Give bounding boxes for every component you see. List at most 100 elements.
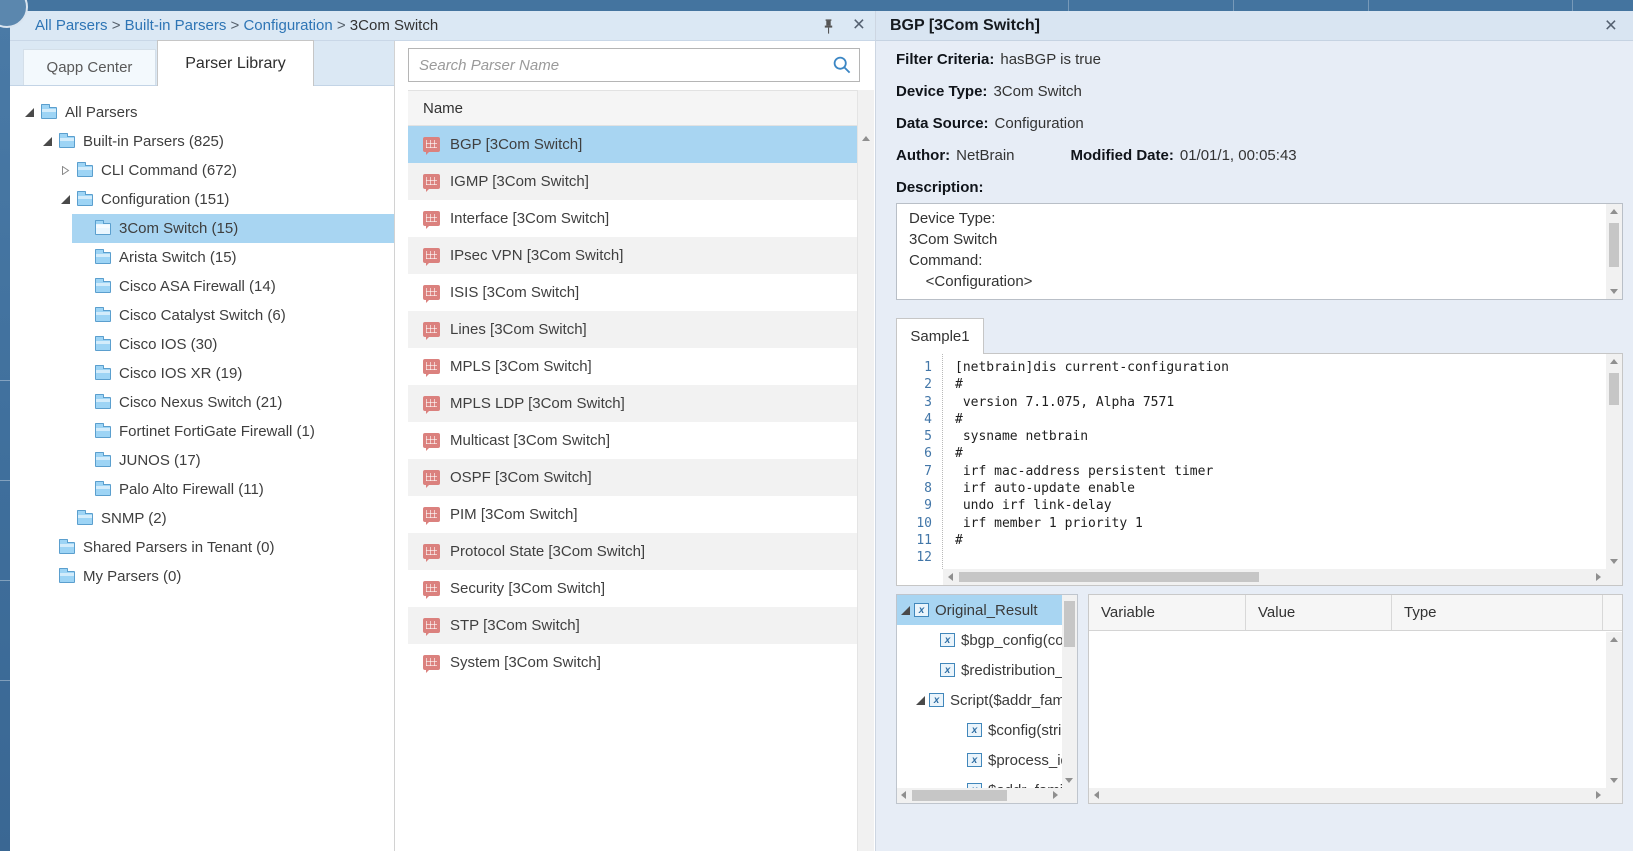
parser-list-item[interactable]: OSPF [3Com Switch]: [408, 459, 857, 496]
tree-item[interactable]: Cisco IOS XR (19): [10, 359, 394, 388]
close-detail-icon[interactable]: ×: [1605, 12, 1617, 40]
tree-item[interactable]: SNMP (2): [10, 504, 394, 533]
parser-list-item[interactable]: IPsec VPN [3Com Switch]: [408, 237, 857, 274]
expander-open-icon[interactable]: [901, 606, 910, 615]
scroll-right-icon[interactable]: [1053, 791, 1058, 799]
parser-list-item[interactable]: Multicast [3Com Switch]: [408, 422, 857, 459]
tree-item[interactable]: Shared Parsers in Tenant (0): [10, 533, 394, 562]
tree-item[interactable]: Built-in Parsers (825): [10, 127, 394, 156]
ribbon-divider: [1572, 0, 1573, 11]
tab-qapp-center[interactable]: Qapp Center: [23, 49, 156, 85]
breadcrumb-link[interactable]: Built-in Parsers: [125, 17, 227, 34]
expander-open-icon[interactable]: [916, 696, 925, 705]
parser-list-item[interactable]: BGP [3Com Switch]: [408, 126, 857, 163]
breadcrumb: All Parsers > Built-in Parsers > Configu…: [35, 17, 438, 34]
code-vscrollbar[interactable]: [1606, 354, 1622, 569]
table-vscrollbar[interactable]: [1606, 632, 1622, 788]
parser-list-item[interactable]: MPLS [3Com Switch]: [408, 348, 857, 385]
scroll-thumb[interactable]: [1609, 223, 1619, 267]
scroll-right-icon[interactable]: [1596, 573, 1601, 581]
list-header[interactable]: Name: [408, 90, 857, 126]
scroll-down-icon[interactable]: [1610, 559, 1618, 564]
tree-item[interactable]: Cisco IOS (30): [10, 330, 394, 359]
scroll-thumb[interactable]: [1609, 373, 1619, 405]
parser-list-item[interactable]: IGMP [3Com Switch]: [408, 163, 857, 200]
expander-open-icon[interactable]: [43, 137, 57, 146]
parser-list-item[interactable]: Security [3Com Switch]: [408, 570, 857, 607]
tree-item[interactable]: All Parsers: [10, 98, 394, 127]
result-tree-item[interactable]: xOriginal_Result: [897, 595, 1062, 625]
result-tree-item[interactable]: x$bgp_config(config: [897, 625, 1062, 655]
column-type[interactable]: Type: [1392, 595, 1603, 630]
expander-open-icon[interactable]: [25, 108, 39, 117]
data-source-row: Data Source: Configuration: [896, 107, 1623, 139]
search-icon[interactable]: [832, 55, 852, 80]
breadcrumb-link[interactable]: Configuration: [243, 17, 332, 34]
list-scrollbar[interactable]: [857, 90, 874, 851]
column-variable[interactable]: Variable: [1089, 595, 1246, 630]
parser-list-item[interactable]: MPLS LDP [3Com Switch]: [408, 385, 857, 422]
scroll-thumb[interactable]: [959, 572, 1259, 582]
parser-list-item[interactable]: Lines [3Com Switch]: [408, 311, 857, 348]
breadcrumb-link[interactable]: All Parsers: [35, 17, 108, 34]
scroll-right-icon[interactable]: [1596, 791, 1601, 799]
scroll-up-icon[interactable]: [862, 136, 870, 141]
column-value[interactable]: Value: [1246, 595, 1392, 630]
tree-item[interactable]: My Parsers (0): [10, 562, 394, 591]
tree-item[interactable]: Cisco Catalyst Switch (6): [10, 301, 394, 330]
description-scrollbar[interactable]: [1606, 204, 1622, 299]
scroll-up-icon[interactable]: [1610, 637, 1618, 642]
tree-item-label: JUNOS (17): [119, 452, 201, 469]
parser-list-item[interactable]: ISIS [3Com Switch]: [408, 274, 857, 311]
tab-parser-library[interactable]: Parser Library: [157, 40, 314, 86]
scroll-up-icon[interactable]: [1610, 209, 1618, 214]
tree-item[interactable]: Configuration (151): [10, 185, 394, 214]
result-vscrollbar[interactable]: [1062, 595, 1077, 788]
scroll-left-icon[interactable]: [1094, 791, 1099, 799]
result-hscrollbar[interactable]: [897, 788, 1062, 803]
scroll-down-icon[interactable]: [1610, 778, 1618, 783]
folder-icon: [59, 136, 75, 148]
table-hscrollbar[interactable]: [1089, 788, 1606, 803]
tree-item[interactable]: Cisco ASA Firewall (14): [10, 272, 394, 301]
expander-closed-icon[interactable]: [61, 166, 75, 175]
tree-item[interactable]: 3Com Switch (15): [10, 214, 394, 243]
scroll-down-icon[interactable]: [1065, 778, 1073, 783]
scroll-left-icon[interactable]: [948, 573, 953, 581]
tree-item[interactable]: Fortinet FortiGate Firewall (1): [10, 417, 394, 446]
scroll-left-icon[interactable]: [901, 791, 906, 799]
parser-list-item[interactable]: Interface [3Com Switch]: [408, 200, 857, 237]
tree-item-label: All Parsers: [65, 104, 138, 121]
parser-list-item[interactable]: System [3Com Switch]: [408, 644, 857, 681]
scroll-up-icon[interactable]: [1610, 359, 1618, 364]
parser-list-item[interactable]: STP [3Com Switch]: [408, 607, 857, 644]
scroll-thumb[interactable]: [912, 790, 1007, 801]
parser-list-item[interactable]: Protocol State [3Com Switch]: [408, 533, 857, 570]
tab-sample1[interactable]: Sample1: [896, 318, 984, 354]
expander-open-icon[interactable]: [61, 195, 75, 204]
scroll-thumb[interactable]: [1064, 601, 1075, 647]
tree-item[interactable]: CLI Command (672): [10, 156, 394, 185]
result-tree-item[interactable]: xScript($addr_family: [897, 685, 1062, 715]
search-input[interactable]: [408, 48, 860, 82]
parser-name: Multicast [3Com Switch]: [450, 432, 610, 449]
result-tree-item[interactable]: x$redistribution_cor: [897, 655, 1062, 685]
tree-item[interactable]: Cisco Nexus Switch (21): [10, 388, 394, 417]
tree-item[interactable]: JUNOS (17): [10, 446, 394, 475]
tree-item[interactable]: Arista Switch (15): [10, 243, 394, 272]
result-tree-item[interactable]: x$process_id(str: [897, 745, 1062, 775]
close-panel-icon[interactable]: ×: [853, 11, 865, 39]
code-line: #: [955, 377, 1606, 394]
code-hscrollbar[interactable]: [943, 569, 1606, 585]
result-tree-label: $process_id(str: [988, 752, 1062, 769]
tree-item-label: Palo Alto Firewall (11): [119, 481, 264, 498]
result-tree-item[interactable]: x$addr_family: [897, 775, 1062, 788]
scroll-down-icon[interactable]: [1610, 289, 1618, 294]
parser-name: Protocol State [3Com Switch]: [450, 543, 645, 560]
description-text: Device Type: 3Com Switch Command: <Confi…: [897, 204, 1622, 296]
result-tree-item[interactable]: x$config(string): [897, 715, 1062, 745]
tree-item[interactable]: Palo Alto Firewall (11): [10, 475, 394, 504]
parser-list-item[interactable]: PIM [3Com Switch]: [408, 496, 857, 533]
pin-icon[interactable]: [823, 19, 837, 35]
breadcrumb-separator: >: [108, 17, 125, 34]
